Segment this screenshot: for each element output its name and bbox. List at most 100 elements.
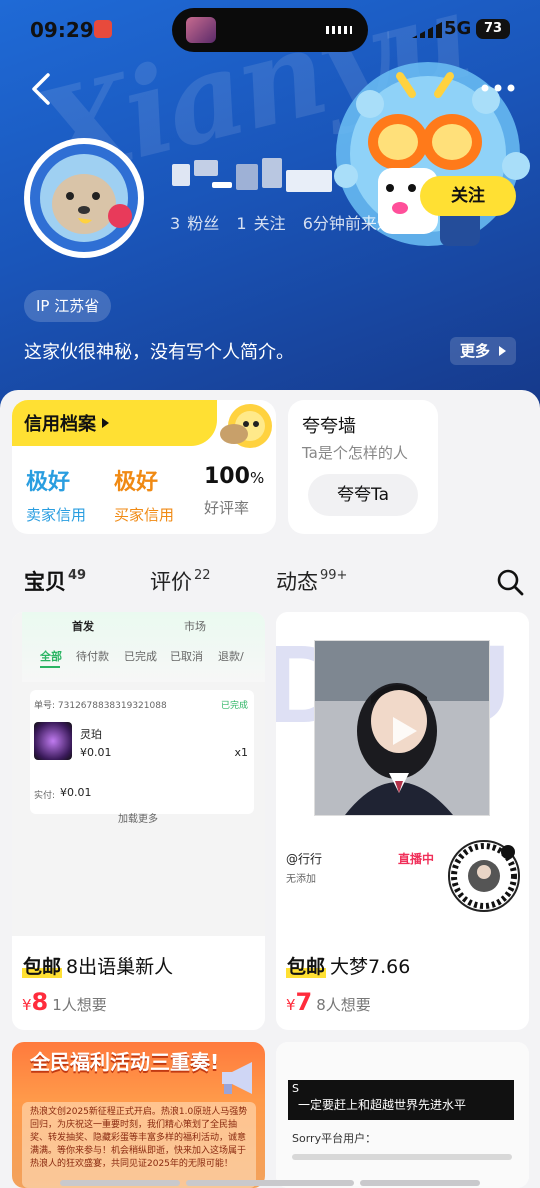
credit-mascot-icon bbox=[220, 404, 272, 448]
item-price: ¥8 1人想要 bbox=[22, 988, 107, 1016]
shot-tab-market: 市场 bbox=[184, 620, 206, 633]
rate-unit: % bbox=[249, 469, 265, 487]
streamer-handle: @行行 bbox=[286, 852, 323, 866]
tab-posts-count: 99+ bbox=[320, 568, 348, 583]
app-notification-icon bbox=[94, 20, 112, 38]
banner-title: 全民福利活动三重奏! bbox=[30, 1050, 220, 1074]
buyer-credit: 极好 买家信用 bbox=[114, 464, 174, 525]
shot-filter: 待付款 bbox=[76, 650, 109, 663]
last-seen: 6分钟前来过 bbox=[302, 214, 393, 233]
shot-paid-label: 实付: bbox=[34, 791, 56, 801]
item-thumbnail: S 一定要赶上和超越世界先进水平 Sorry平台用户： bbox=[276, 1042, 529, 1188]
screenshot-header: 首发 市场 全部 待付款 已完成 已取消 退款/ bbox=[22, 612, 265, 682]
credit-title-label: 信用档案 bbox=[24, 414, 96, 435]
battery-icon: 73 bbox=[476, 19, 510, 39]
price-value: 7 bbox=[295, 988, 313, 1016]
shot-filter: 已完成 bbox=[124, 650, 157, 663]
credit-title[interactable]: 信用档案 bbox=[12, 400, 217, 446]
triangle-right-icon bbox=[499, 346, 507, 356]
currency-symbol: ¥ bbox=[286, 996, 296, 1014]
shot-unit-price: ¥0.01 bbox=[80, 746, 112, 759]
status-bar: 09:29 5G 73 bbox=[0, 0, 540, 60]
more-button-label: 更多 bbox=[460, 342, 491, 360]
megaphone-icon bbox=[222, 1062, 252, 1094]
positive-rate-value: 100% bbox=[204, 464, 264, 489]
tab-items-count: 49 bbox=[68, 568, 87, 583]
avatar-seal-image bbox=[30, 144, 138, 252]
shot-qty: x1 bbox=[234, 746, 248, 759]
live-cover-frame bbox=[314, 640, 490, 816]
triangle-right-icon bbox=[102, 418, 109, 428]
shot-filter: 已取消 bbox=[170, 650, 203, 663]
qr-code-icon bbox=[448, 840, 520, 912]
free-shipping-tag: 包邮 bbox=[22, 956, 63, 978]
item-card[interactable]: 全民福利活动三重奏! 热浪文创2025新征程正式开启。热浪1.0原班人马强势回归… bbox=[12, 1042, 265, 1188]
seller-credit-value: 极好 bbox=[26, 470, 71, 495]
profile-stats: 3 粉丝 1 关注 6分钟前来过 bbox=[170, 210, 403, 234]
shot-product-name: 灵珀 bbox=[80, 728, 102, 741]
shot-filter: 退款/ bbox=[218, 650, 244, 663]
media-artwork-icon bbox=[186, 17, 216, 43]
product-image bbox=[34, 722, 72, 760]
item-thumbnail: DOU @行行 直播中 无添加 bbox=[276, 612, 529, 936]
item-title: 包邮 8出语巢新人 bbox=[22, 952, 173, 979]
positive-rate: 100% 好评率 bbox=[204, 464, 264, 518]
following-count[interactable]: 1 关注 bbox=[236, 214, 285, 233]
praise-wall-subtitle: Ta是个怎样的人 bbox=[302, 444, 408, 462]
profile-bio: 这家伙很神秘，没有写个人简介。 bbox=[24, 342, 294, 363]
tab-posts[interactable]: 动态 99+ bbox=[276, 566, 347, 596]
search-icon[interactable] bbox=[496, 568, 524, 596]
item-title-text: 大梦7.66 bbox=[330, 956, 411, 978]
signal-icon bbox=[412, 22, 442, 38]
buyer-credit-value: 极好 bbox=[114, 470, 159, 495]
screenshot-order: 单号: 7312678838319321088 已完成 灵珀 ¥0.01 x1 … bbox=[30, 690, 254, 814]
shot-load-more: 加载更多 bbox=[118, 814, 158, 825]
profile-header: Xianyu 09:29 5G 73 3 粉丝 1 关注 6分钟前来过 关注 I… bbox=[0, 0, 540, 412]
credit-card[interactable]: 信用档案 极好 卖家信用 极好 买家信用 100% 好评率 bbox=[12, 400, 276, 534]
item-card[interactable]: 首发 市场 全部 待付款 已完成 已取消 退款/ 单号: 73126788383… bbox=[12, 612, 265, 1030]
item-card[interactable]: DOU @行行 直播中 无添加 bbox=[276, 612, 529, 1030]
play-icon[interactable] bbox=[385, 713, 421, 749]
currency-symbol: ¥ bbox=[22, 996, 32, 1014]
dynamic-island[interactable] bbox=[172, 8, 368, 52]
tab-reviews[interactable]: 评价 22 bbox=[150, 566, 211, 596]
banner-text: 热浪文创2025新征程正式开启。热浪1.0原班人马强势回归，为庆祝这一重要时刻，… bbox=[30, 1107, 248, 1169]
avatar[interactable] bbox=[24, 138, 144, 258]
more-options-icon[interactable] bbox=[480, 78, 516, 98]
status-time: 09:29 bbox=[30, 18, 94, 42]
shot-order-status: 已完成 bbox=[220, 701, 248, 711]
item-card[interactable]: S 一定要赶上和超越世界先进水平 Sorry平台用户： bbox=[276, 1042, 529, 1188]
price-value: 8 bbox=[31, 988, 49, 1016]
item-price: ¥7 8人想要 bbox=[286, 988, 371, 1016]
praise-button[interactable]: 夸夸Ta bbox=[308, 474, 418, 516]
rate-number: 100 bbox=[204, 464, 250, 489]
streamer-note: 无添加 bbox=[286, 874, 316, 885]
tab-items[interactable]: 宝贝 49 bbox=[24, 566, 94, 600]
item-title: 包邮 大梦7.66 bbox=[286, 952, 410, 979]
s-logo-icon: S bbox=[292, 1082, 299, 1095]
username-blurred bbox=[172, 158, 362, 192]
shot-paid: ¥0.01 bbox=[60, 786, 92, 799]
seller-credit: 极好 卖家信用 bbox=[26, 464, 86, 525]
followers-count[interactable]: 3 粉丝 bbox=[170, 214, 219, 233]
seller-credit-label: 卖家信用 bbox=[26, 506, 87, 524]
more-button[interactable]: 更多 bbox=[450, 337, 517, 365]
ip-location: IP 江苏省 bbox=[24, 290, 112, 322]
want-count: 1人想要 bbox=[52, 996, 107, 1014]
follow-button[interactable]: 关注 bbox=[420, 176, 516, 216]
doc-greeting: Sorry平台用户： bbox=[292, 1132, 377, 1145]
shot-order-no: 单号: 7312678838319321088 bbox=[34, 701, 167, 711]
free-shipping-tag: 包邮 bbox=[286, 956, 327, 978]
praise-wall-card[interactable]: 夸夸墙 Ta是个怎样的人 夸夸Ta bbox=[288, 400, 438, 534]
profile-tabs: 宝贝 49 评价 22 动态 99+ bbox=[0, 560, 540, 604]
shot-tab-first: 首发 bbox=[72, 620, 94, 633]
home-indicator[interactable] bbox=[60, 1180, 480, 1186]
tab-posts-label: 动态 bbox=[276, 570, 318, 594]
live-badge: 直播中 bbox=[398, 852, 435, 866]
want-count: 8人想要 bbox=[316, 996, 371, 1014]
item-thumbnail: 全民福利活动三重奏! 热浪文创2025新征程正式开启。热浪1.0原班人马强势回归… bbox=[12, 1042, 265, 1188]
tab-reviews-label: 评价 bbox=[150, 570, 192, 594]
doc-headline: 一定要赶上和超越世界先进水平 bbox=[298, 1098, 467, 1112]
back-arrow-icon[interactable] bbox=[28, 72, 54, 106]
tab-items-label: 宝贝 bbox=[24, 570, 66, 594]
